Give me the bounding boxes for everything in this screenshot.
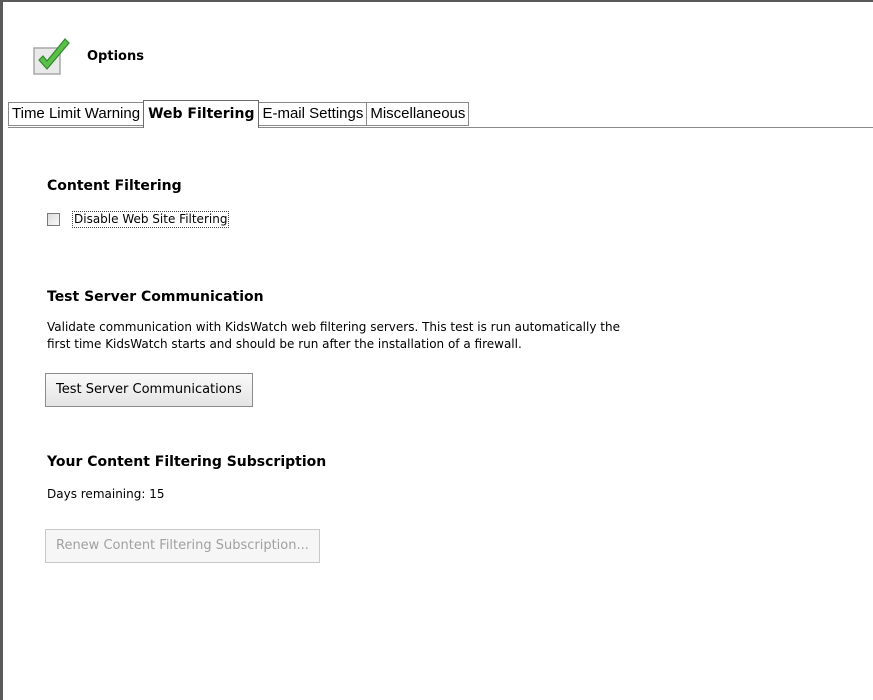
- test-server-heading: Test Server Communication: [47, 289, 264, 305]
- disable-filtering-row: Disable Web Site Filtering: [47, 211, 230, 228]
- days-remaining: Days remaining: 15: [47, 487, 165, 501]
- test-server-button[interactable]: Test Server Communications: [45, 373, 253, 407]
- checkmark-icon: [31, 34, 75, 78]
- test-server-description-line1: Validate communication with KidsWatch we…: [47, 320, 620, 334]
- test-server-description-line2: first time KidsWatch starts and should b…: [47, 337, 522, 351]
- tab-divider: [8, 127, 873, 128]
- tab-email-settings[interactable]: E-mail Settings: [258, 102, 368, 126]
- header: Options: [31, 32, 144, 80]
- disable-filtering-checkbox[interactable]: [47, 213, 60, 226]
- options-window: Options Time Limit Warning Web Filtering…: [0, 0, 873, 700]
- page-title: Options: [87, 48, 144, 64]
- subscription-heading: Your Content Filtering Subscription: [47, 454, 327, 470]
- tab-web-filtering[interactable]: Web Filtering: [143, 100, 260, 128]
- tab-time-limit-warning[interactable]: Time Limit Warning: [8, 102, 145, 126]
- tab-miscellaneous[interactable]: Miscellaneous: [366, 102, 470, 126]
- content-filtering-heading: Content Filtering: [47, 178, 182, 194]
- tab-bar: Time Limit Warning Web Filtering E-mail …: [8, 100, 470, 128]
- renew-subscription-button: Renew Content Filtering Subscription...: [45, 529, 320, 563]
- disable-filtering-label[interactable]: Disable Web Site Filtering: [72, 211, 230, 228]
